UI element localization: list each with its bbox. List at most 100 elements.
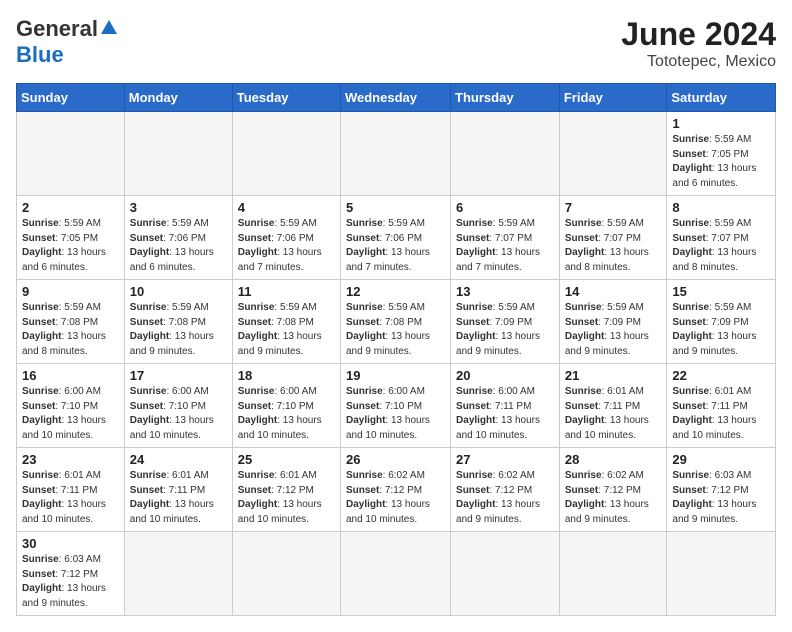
day-info: Sunrise: 5:59 AMSunset: 7:07 PMDaylight:… [565, 217, 662, 275]
day-number: 13 [456, 284, 554, 299]
table-row: 13Sunrise: 5:59 AMSunset: 7:09 PMDayligh… [451, 280, 560, 364]
header-saturday: Saturday [667, 84, 776, 112]
day-info: Sunrise: 5:59 AMSunset: 7:08 PMDaylight:… [130, 301, 227, 359]
day-info: Sunrise: 6:00 AMSunset: 7:10 PMDaylight:… [130, 385, 227, 443]
day-info: Sunrise: 5:59 AMSunset: 7:06 PMDaylight:… [130, 217, 227, 275]
table-row [667, 532, 776, 616]
day-info: Sunrise: 5:59 AMSunset: 7:06 PMDaylight:… [346, 217, 445, 275]
table-row: 20 Sunrise: 6:00 AMSunset: 7:11 PMDayligh… [451, 364, 560, 448]
day-info: Sunrise: 5:59 AMSunset: 7:09 PMDaylight:… [672, 301, 770, 359]
logo: General Blue [16, 16, 118, 68]
table-row: 11 Sunrise: 5:59 AMSunset: 7:08 PMDayligh… [232, 280, 340, 364]
table-row: 5 Sunrise: 5:59 AMSunset: 7:06 PMDaylight… [340, 196, 450, 280]
page-header: General Blue June 2024 Tototepec, Mexico [16, 16, 776, 71]
day-number: 14 [565, 284, 662, 299]
table-row: 14 Sunrise: 5:59 AMSunset: 7:09 PMDayligh… [559, 280, 667, 364]
table-row [451, 532, 560, 616]
day-info: Sunrise: 5:59 AMSunset: 7:06 PMDaylight:… [238, 217, 335, 275]
day-info: Sunrise: 6:00 AMSunset: 7:10 PMDaylight:… [346, 385, 445, 443]
calendar-week-row: 23 Sunrise: 6:01 AMSunset: 7:11 PMDayligh… [17, 448, 776, 532]
day-number: 5 [346, 200, 445, 215]
day-info: Sunrise: 6:01 AMSunset: 7:11 PMDaylight:… [672, 385, 770, 443]
day-number: 1 [672, 116, 770, 131]
day-info: Sunrise: 6:00 AMSunset: 7:10 PMDaylight:… [238, 385, 335, 443]
header-thursday: Thursday [451, 84, 560, 112]
title-block: June 2024 Tototepec, Mexico [621, 16, 776, 71]
table-row: 22 Sunrise: 6:01 AMSunset: 7:11 PMDayligh… [667, 364, 776, 448]
day-number: 9 [22, 284, 119, 299]
table-row: 29Sunrise: 6:03 AMSunset: 7:12 PMDayligh… [667, 448, 776, 532]
calendar-table: Sunday Monday Tuesday Wednesday Thursday… [16, 83, 776, 616]
table-row [340, 112, 450, 196]
table-row [124, 532, 232, 616]
table-row: 2Sunrise: 5:59 AMSunset: 7:05 PMDaylight… [17, 196, 125, 280]
day-number: 29 [672, 452, 770, 467]
table-row [17, 112, 125, 196]
table-row [232, 532, 340, 616]
day-number: 22 [672, 368, 770, 383]
header-wednesday: Wednesday [340, 84, 450, 112]
day-info: Sunrise: 6:01 AMSunset: 7:11 PMDaylight:… [130, 469, 227, 527]
day-info: Sunrise: 6:03 AMSunset: 7:12 PMDaylight:… [22, 553, 119, 611]
day-number: 26 [346, 452, 445, 467]
calendar-week-row: 9 Sunrise: 5:59 AMSunset: 7:08 PMDaylight… [17, 280, 776, 364]
table-row: 1 Sunrise: 5:59 AMSunset: 7:05 PMDaylight… [667, 112, 776, 196]
header-friday: Friday [559, 84, 667, 112]
day-number: 20 [456, 368, 554, 383]
day-info: Sunrise: 6:01 AMSunset: 7:11 PMDaylight:… [565, 385, 662, 443]
table-row: 15 Sunrise: 5:59 AMSunset: 7:09 PMDayligh… [667, 280, 776, 364]
calendar-title: June 2024 [621, 16, 776, 53]
day-info: Sunrise: 5:59 AMSunset: 7:09 PMDaylight:… [565, 301, 662, 359]
table-row: 27 Sunrise: 6:02 AMSunset: 7:12 PMDayligh… [451, 448, 560, 532]
day-number: 12 [346, 284, 445, 299]
table-row: 26 Sunrise: 6:02 AMSunset: 7:12 PMDayligh… [340, 448, 450, 532]
calendar-location: Tototepec, Mexico [621, 53, 776, 71]
day-info: Sunrise: 6:00 AMSunset: 7:10 PMDaylight:… [22, 385, 119, 443]
table-row: 8Sunrise: 5:59 AMSunset: 7:07 PMDaylight… [667, 196, 776, 280]
day-number: 19 [346, 368, 445, 383]
day-info: Sunrise: 6:02 AMSunset: 7:12 PMDaylight:… [565, 469, 662, 527]
day-number: 11 [238, 284, 335, 299]
header-tuesday: Tuesday [232, 84, 340, 112]
table-row: 10 Sunrise: 5:59 AMSunset: 7:08 PMDayligh… [124, 280, 232, 364]
day-number: 8 [672, 200, 770, 215]
logo-triangle-icon [100, 18, 118, 41]
day-info: Sunrise: 5:59 AMSunset: 7:08 PMDaylight:… [346, 301, 445, 359]
calendar-week-row: 1 Sunrise: 5:59 AMSunset: 7:05 PMDaylight… [17, 112, 776, 196]
weekday-header-row: Sunday Monday Tuesday Wednesday Thursday… [17, 84, 776, 112]
table-row: 12 Sunrise: 5:59 AMSunset: 7:08 PMDayligh… [340, 280, 450, 364]
day-number: 24 [130, 452, 227, 467]
header-monday: Monday [124, 84, 232, 112]
table-row: 23 Sunrise: 6:01 AMSunset: 7:11 PMDayligh… [17, 448, 125, 532]
day-info: Sunrise: 6:01 AMSunset: 7:11 PMDaylight:… [22, 469, 119, 527]
day-info: Sunrise: 5:59 AMSunset: 7:05 PMDaylight:… [22, 217, 119, 275]
day-number: 27 [456, 452, 554, 467]
day-number: 4 [238, 200, 335, 215]
table-row: 6Sunrise: 5:59 AMSunset: 7:07 PMDaylight… [451, 196, 560, 280]
table-row: 7Sunrise: 5:59 AMSunset: 7:07 PMDaylight… [559, 196, 667, 280]
day-info: Sunrise: 5:59 AMSunset: 7:05 PMDaylight:… [672, 133, 770, 191]
day-number: 17 [130, 368, 227, 383]
table-row: 9Sunrise: 5:59 AMSunset: 7:08 PMDaylight… [17, 280, 125, 364]
header-sunday: Sunday [17, 84, 125, 112]
day-number: 28 [565, 452, 662, 467]
day-number: 23 [22, 452, 119, 467]
table-row: 21Sunrise: 6:01 AMSunset: 7:11 PMDayligh… [559, 364, 667, 448]
day-info: Sunrise: 5:59 AMSunset: 7:08 PMDaylight:… [238, 301, 335, 359]
day-number: 10 [130, 284, 227, 299]
table-row [451, 112, 560, 196]
day-number: 3 [130, 200, 227, 215]
day-number: 16 [22, 368, 119, 383]
calendar-week-row: 2Sunrise: 5:59 AMSunset: 7:05 PMDaylight… [17, 196, 776, 280]
day-number: 6 [456, 200, 554, 215]
day-info: Sunrise: 6:00 AMSunset: 7:11 PMDaylight:… [456, 385, 554, 443]
day-number: 25 [238, 452, 335, 467]
day-number: 18 [238, 368, 335, 383]
table-row [124, 112, 232, 196]
table-row [559, 112, 667, 196]
calendar-week-row: 30 Sunrise: 6:03 AMSunset: 7:12 PMDayligh… [17, 532, 776, 616]
day-info: Sunrise: 6:02 AMSunset: 7:12 PMDaylight:… [346, 469, 445, 527]
day-info: Sunrise: 6:02 AMSunset: 7:12 PMDaylight:… [456, 469, 554, 527]
day-number: 30 [22, 536, 119, 551]
day-number: 15 [672, 284, 770, 299]
